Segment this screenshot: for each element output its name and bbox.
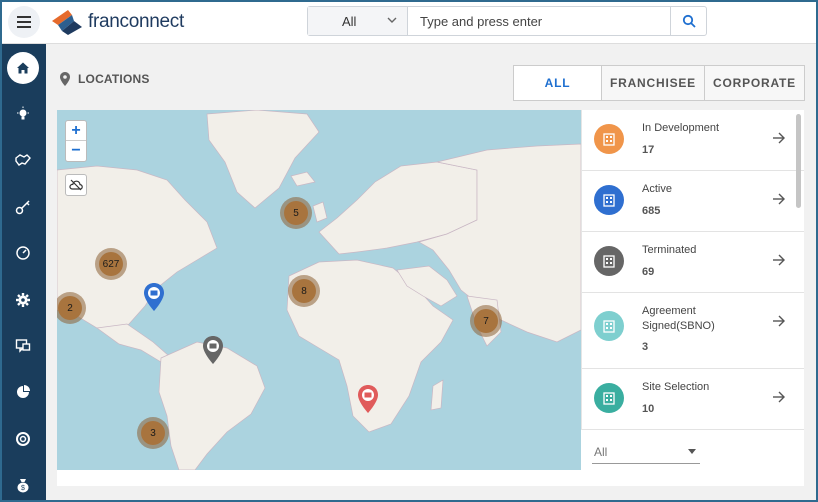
building-icon bbox=[594, 185, 624, 215]
sidebar-item-access[interactable] bbox=[7, 191, 39, 223]
lightbulb-icon bbox=[17, 106, 29, 120]
status-label: In Development bbox=[642, 122, 720, 134]
menu-line-icon bbox=[17, 16, 31, 18]
cluster-count: 627 bbox=[99, 252, 123, 276]
map-cluster[interactable]: 5 bbox=[280, 197, 312, 229]
status-item-terminated[interactable]: Terminated 69 bbox=[582, 232, 804, 293]
zoom-out-button[interactable]: − bbox=[66, 141, 86, 161]
search-scope-select[interactable]: All bbox=[308, 7, 408, 35]
cloud-off-icon bbox=[69, 179, 83, 191]
map-pin-in-development[interactable] bbox=[357, 384, 379, 414]
sidebar-item-messages[interactable] bbox=[7, 330, 39, 362]
status-item-site-selection[interactable]: Site Selection 10 bbox=[582, 369, 804, 430]
status-label: Site Selection bbox=[642, 381, 710, 393]
cluster-count: 5 bbox=[284, 201, 308, 225]
status-label: Active bbox=[642, 183, 672, 195]
top-bar: franconnect All bbox=[0, 0, 818, 44]
gauge-icon bbox=[16, 246, 30, 260]
map-cluster[interactable]: 8 bbox=[288, 275, 320, 307]
sidebar-item-support[interactable] bbox=[7, 423, 39, 455]
sidebar-item-reports[interactable] bbox=[7, 376, 39, 408]
sidebar: $ bbox=[0, 44, 46, 502]
franconnect-logo[interactable]: franconnect bbox=[50, 7, 184, 37]
menu-line-icon bbox=[17, 26, 31, 28]
cluster-count: 2 bbox=[58, 296, 82, 320]
map-layer-toggle-button[interactable] bbox=[65, 174, 87, 196]
gear-icon bbox=[16, 293, 30, 307]
arrow-right-icon[interactable] bbox=[772, 315, 786, 327]
logo-mark-icon bbox=[52, 10, 82, 35]
arrow-right-icon[interactable] bbox=[772, 254, 786, 266]
status-item-active[interactable]: Active 685 bbox=[582, 171, 804, 232]
handshake-icon bbox=[15, 154, 31, 166]
status-count: 3 bbox=[642, 341, 649, 353]
status-item-in-development[interactable]: In Development 17 bbox=[582, 110, 804, 171]
menu-line-icon bbox=[17, 21, 31, 23]
sidebar-item-finance[interactable]: $ bbox=[7, 469, 39, 501]
status-list-scrollbar[interactable] bbox=[796, 114, 801, 208]
sidebar-item-ideas[interactable] bbox=[7, 98, 39, 130]
status-list: In Development 17 Active 685 Terminated … bbox=[581, 110, 804, 430]
map-pin-terminated[interactable] bbox=[202, 335, 224, 365]
tab-franchisee[interactable]: FRANCHISEE bbox=[602, 66, 705, 100]
search-bar: All bbox=[307, 6, 707, 36]
status-count: 17 bbox=[642, 144, 655, 156]
page-title: LOCATIONS bbox=[78, 72, 150, 86]
hamburger-menu-button[interactable] bbox=[8, 6, 40, 38]
building-icon bbox=[594, 383, 624, 413]
sidebar-item-settings[interactable] bbox=[7, 284, 39, 316]
search-input[interactable] bbox=[408, 7, 670, 35]
tab-all[interactable]: ALL bbox=[514, 66, 602, 100]
location-pin-icon bbox=[60, 72, 70, 86]
logo-text: franconnect bbox=[88, 11, 184, 32]
sidebar-item-home[interactable] bbox=[7, 52, 39, 84]
building-icon bbox=[594, 246, 624, 276]
lifebuoy-icon bbox=[16, 432, 30, 446]
building-icon bbox=[594, 311, 624, 341]
search-button[interactable] bbox=[670, 7, 706, 35]
sidebar-item-dashboard[interactable] bbox=[7, 237, 39, 269]
status-filter-select[interactable]: All bbox=[592, 440, 700, 464]
search-icon bbox=[682, 14, 696, 28]
building-icon bbox=[594, 124, 624, 154]
location-type-tabs: ALL FRANCHISEE CORPORATE bbox=[513, 65, 805, 101]
tab-corporate[interactable]: CORPORATE bbox=[705, 66, 804, 100]
cluster-count: 3 bbox=[141, 421, 165, 445]
cluster-count: 7 bbox=[474, 309, 498, 333]
chat-icon bbox=[15, 339, 31, 353]
svg-text:$: $ bbox=[21, 485, 25, 492]
status-filter-value: All bbox=[594, 444, 608, 459]
map-cluster[interactable]: 7 bbox=[470, 305, 502, 337]
world-map[interactable]: + − 5 627 8 2 7 3 bbox=[57, 110, 581, 470]
key-icon bbox=[15, 200, 30, 215]
status-count: 69 bbox=[642, 266, 655, 278]
status-item-agreement-signed[interactable]: Agreement Signed(SBNO) 3 bbox=[582, 293, 804, 369]
status-label: Agreement Signed(SBNO) bbox=[642, 305, 715, 332]
map-pin-active[interactable] bbox=[143, 282, 165, 312]
search-scope-value: All bbox=[342, 13, 357, 29]
locations-card: + − 5 627 8 2 7 3 In Development 17 Acti… bbox=[57, 110, 804, 486]
status-count: 10 bbox=[642, 403, 655, 415]
arrow-right-icon[interactable] bbox=[772, 391, 786, 403]
caret-down-icon bbox=[688, 449, 696, 454]
home-icon bbox=[17, 62, 29, 74]
zoom-in-button[interactable]: + bbox=[66, 121, 86, 141]
pie-chart-icon bbox=[17, 385, 30, 398]
map-cluster[interactable]: 3 bbox=[137, 417, 169, 449]
map-cluster[interactable]: 627 bbox=[95, 248, 127, 280]
money-bag-icon: $ bbox=[17, 479, 29, 493]
chevron-down-icon bbox=[387, 17, 397, 23]
locations-header: LOCATIONS bbox=[60, 72, 150, 86]
status-label: Terminated bbox=[642, 244, 697, 256]
arrow-right-icon[interactable] bbox=[772, 193, 786, 205]
zoom-control: + − bbox=[65, 120, 87, 162]
arrow-right-icon[interactable] bbox=[772, 132, 786, 144]
status-count: 685 bbox=[642, 205, 661, 217]
cluster-count: 8 bbox=[292, 279, 316, 303]
sidebar-item-deals[interactable] bbox=[7, 144, 39, 176]
